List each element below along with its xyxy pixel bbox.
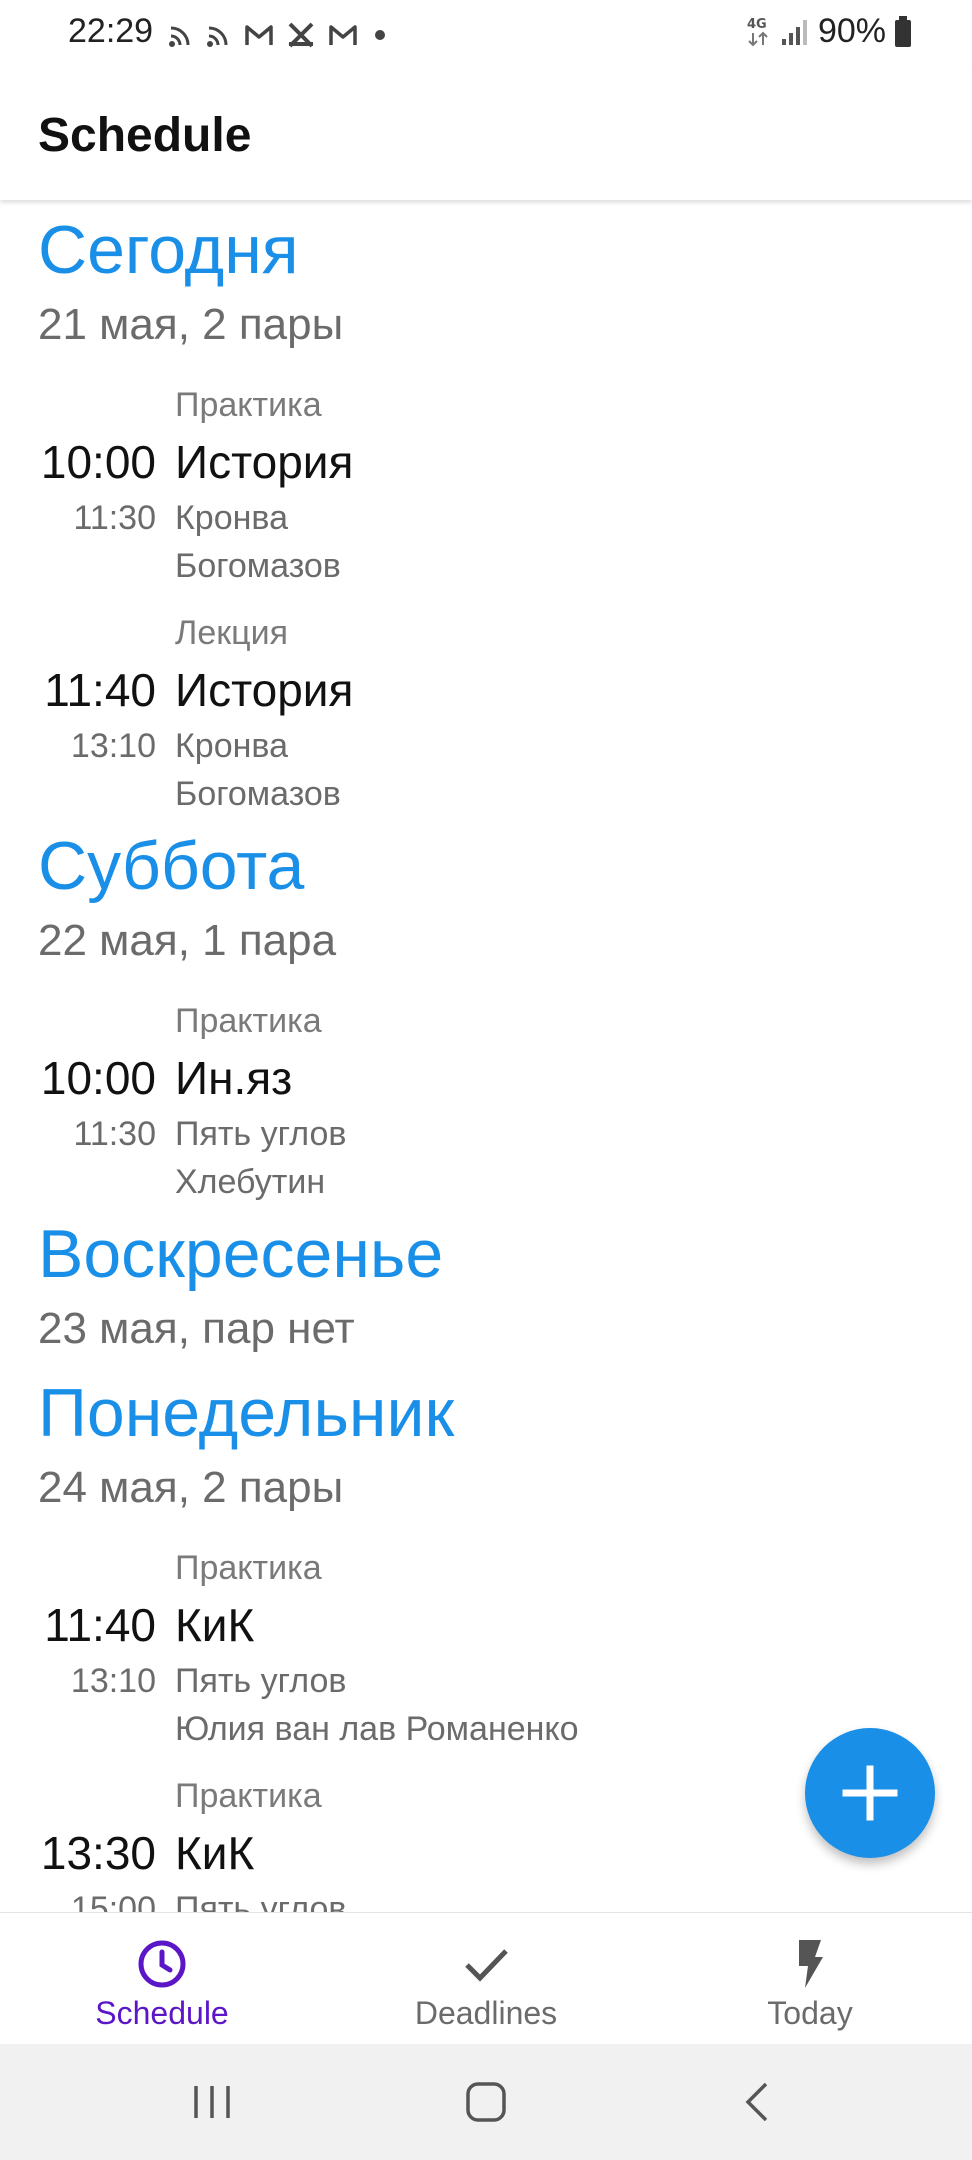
lesson-end-time: 15:00 [70, 1890, 156, 1912]
lesson-name: Ин.яз [175, 1052, 293, 1104]
lesson-start-time: 10:00 [40, 1052, 156, 1104]
status-bar: 22:29 4G 90% [0, 0, 972, 68]
lesson-name: История [175, 664, 354, 716]
lightning-icon [799, 1940, 823, 1988]
home-icon [466, 2082, 506, 2122]
lesson-name: КиК [175, 1827, 255, 1879]
lesson-start-time: 11:40 [44, 664, 156, 716]
day-subtitle: 21 мая, 2 пары [38, 300, 344, 349]
lesson-type: Практика [175, 1777, 322, 1815]
recent-apps-button[interactable] [172, 2080, 252, 2124]
day-title: Понедельник [38, 1375, 455, 1451]
lesson-teacher: Хлебутин [175, 1163, 326, 1201]
clock-icon [138, 1940, 186, 1988]
nav-label: Today [767, 1995, 853, 2031]
lesson-start-time: 13:30 [40, 1827, 156, 1879]
status-time: 22:29 [68, 12, 154, 50]
back-icon [745, 2082, 768, 2122]
lesson-end-time: 11:30 [73, 499, 156, 537]
plus-icon [842, 1765, 898, 1821]
lesson-type: Лекция [175, 614, 288, 652]
network-4g-icon: 4G [747, 17, 768, 46]
lesson-room: Кронва [175, 499, 288, 537]
cast-icon [207, 26, 228, 47]
lesson-teacher: Богомазов [175, 547, 341, 585]
day-title: Суббота [38, 828, 305, 904]
day-subtitle: 22 мая, 1 пара [38, 916, 337, 965]
day-subtitle: 24 мая, 2 пары [38, 1463, 344, 1512]
lesson-name: История [175, 436, 354, 488]
lesson-room: Пять углов [175, 1890, 347, 1912]
lesson-start-time: 11:40 [44, 1599, 156, 1651]
day-title: Воскресенье [38, 1216, 444, 1292]
back-button[interactable] [718, 2080, 798, 2124]
notification-icons [168, 18, 390, 52]
nav-deadlines[interactable]: Deadlines [324, 1913, 648, 2045]
lesson-teacher: Юлия ван лав Романенко [175, 1710, 579, 1748]
mail-icon [329, 25, 357, 45]
nav-label: Schedule [95, 1995, 229, 2031]
signal-icon [781, 19, 807, 45]
app-icon [288, 22, 314, 48]
nav-label: Deadlines [414, 1995, 558, 2031]
battery-percentage: 90% [817, 12, 886, 50]
lesson-room: Пять углов [175, 1115, 347, 1153]
add-button[interactable] [805, 1728, 935, 1858]
cast-icon [169, 26, 190, 47]
day-title: Сегодня [38, 212, 299, 288]
home-button[interactable] [446, 2080, 526, 2124]
lesson-name: КиК [175, 1599, 255, 1651]
page-title: Schedule [38, 109, 252, 162]
app-bar: Schedule [0, 68, 972, 200]
lesson-teacher: Богомазов [175, 775, 341, 813]
mail-icon [245, 25, 273, 45]
nav-today[interactable]: Today [648, 1913, 972, 2045]
lesson-room: Кронва [175, 727, 288, 765]
lesson-type: Практика [175, 386, 322, 424]
lesson-room: Пять углов [175, 1662, 347, 1700]
battery-icon [895, 15, 911, 47]
system-navigation-bar [0, 2044, 972, 2160]
day-subtitle: 23 мая, пар нет [38, 1304, 355, 1353]
lesson-type: Практика [175, 1549, 322, 1587]
nav-schedule[interactable]: Schedule [0, 1913, 324, 2045]
bottom-navigation: Schedule Deadlines Today [0, 1912, 972, 2045]
lesson-type: Практика [175, 1002, 322, 1040]
lesson-end-time: 13:10 [70, 1662, 156, 1700]
recent-apps-icon [194, 2086, 230, 2118]
lesson-end-time: 13:10 [70, 727, 156, 765]
lesson-end-time: 11:30 [73, 1115, 156, 1153]
lesson-start-time: 10:00 [40, 436, 156, 488]
svg-text:4G: 4G [747, 17, 767, 32]
more-dot-icon [375, 30, 385, 40]
check-icon [465, 1949, 508, 1982]
schedule-list[interactable]: Сегодня 21 мая, 2 пары Практика 10:00 Ис… [0, 200, 972, 1912]
